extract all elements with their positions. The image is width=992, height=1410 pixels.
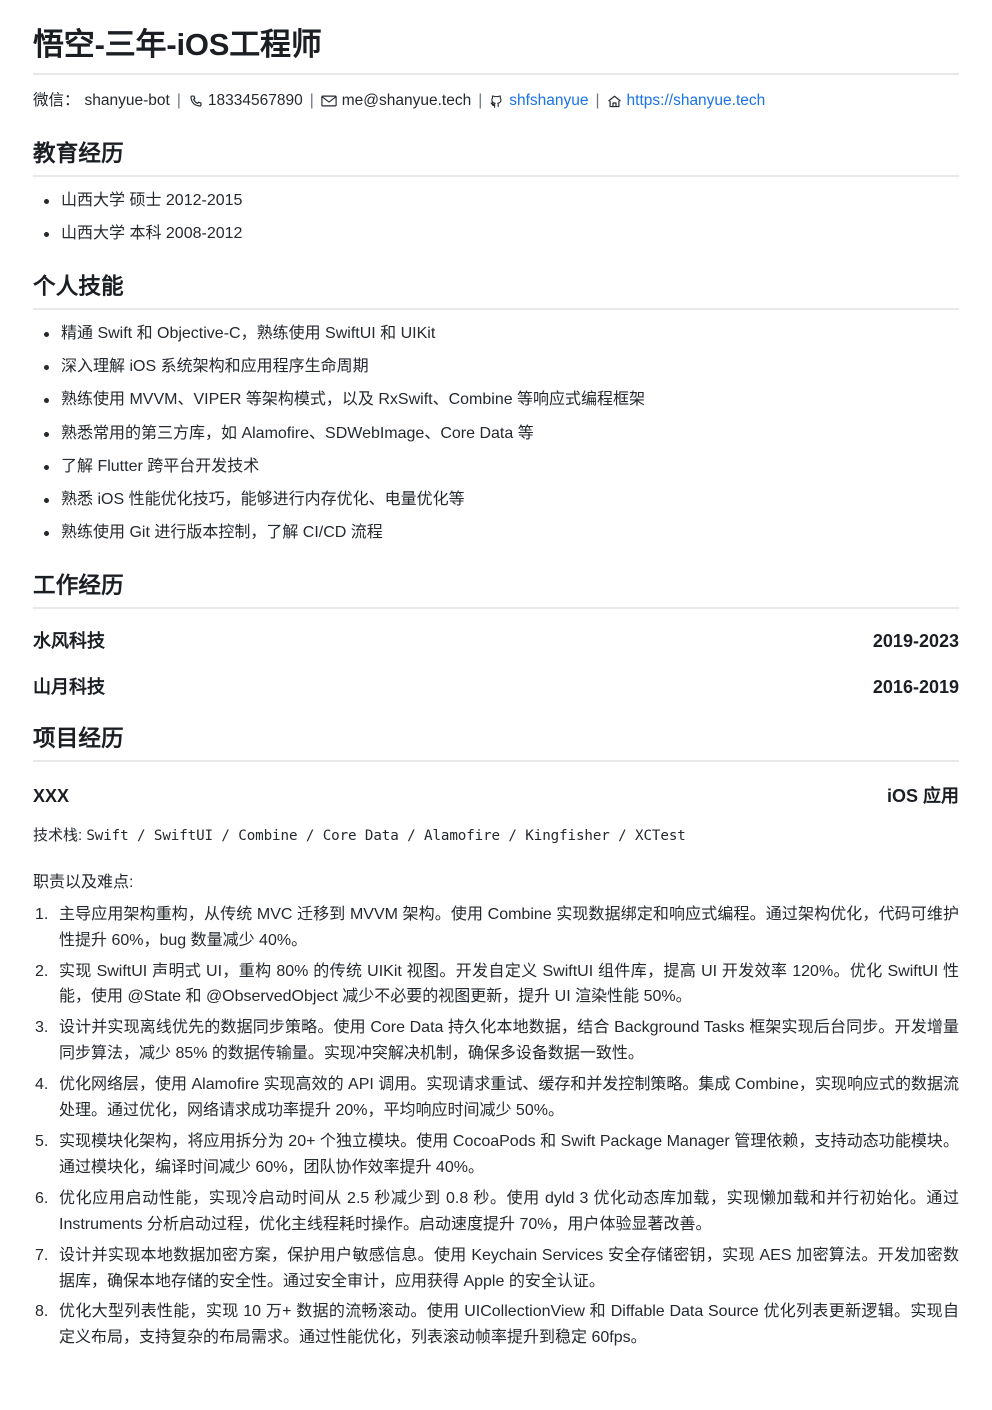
section-skills: 个人技能 精通 Swift 和 Objective-C，熟练使用 SwiftUI… (33, 269, 959, 547)
work-entry: 山月科技 2016-2019 (33, 673, 959, 699)
contact-wechat: 微信： shanyue-bot (33, 89, 170, 114)
list-item: 了解 Flutter 跨平台开发技术 (44, 455, 959, 480)
contact-separator-4: | (595, 91, 600, 109)
wechat-label: 微信： (33, 91, 80, 109)
list-item: 实现模块化架构，将应用拆分为 20+ 个独立模块。使用 CocoaPods 和 … (35, 1129, 959, 1176)
resume-page: 悟空-三年-iOS工程师 微信： shanyue-bot | 1833456789… (0, 0, 992, 1376)
contact-separator-3: | (478, 91, 483, 109)
list-item: 山西大学 硕士 2012-2015 (44, 189, 959, 214)
github-icon (489, 94, 504, 109)
list-item: 实现 SwiftUI 声明式 UI，重构 80% 的传统 UIKit 视图。开发… (35, 959, 959, 1006)
contact-email: me@shanyue.tech (321, 89, 471, 114)
list-item: 山西大学 本科 2008-2012 (44, 222, 959, 247)
tech-stack: 技术栈: Swift / SwiftUI / Combine / Core Da… (33, 825, 959, 848)
section-title-work: 工作经历 (33, 568, 959, 610)
github-value: shfshanyue (509, 91, 589, 109)
list-item: 设计并实现离线优先的数据同步策略。使用 Core Data 持久化本地数据，结合… (35, 1015, 959, 1063)
company-name: 水风科技 (33, 631, 105, 652)
list-item: 熟悉常用的第三方库，如 Alamofire、SDWebImage、Core Da… (44, 422, 959, 447)
section-title-education: 教育经历 (33, 136, 959, 177)
contact-website[interactable]: https://shanyue.tech (607, 89, 766, 114)
contact-separator-2: | (309, 91, 314, 109)
work-entry: 水风科技 2019-2023 (33, 627, 959, 653)
list-item: 主导应用架构重构，从传统 MVC 迁移到 MVVM 架构。使用 Combine … (35, 902, 959, 949)
list-item: 优化应用启动性能，实现冷启动时间从 2.5 秒减少到 0.8 秒。使用 dyld… (35, 1186, 959, 1233)
project-category: iOS 应用 (886, 786, 959, 807)
section-projects: 项目经历 XXX iOS 应用 技术栈: Swift / SwiftUI / C… (33, 721, 959, 1351)
section-education: 教育经历 山西大学 硕士 2012-2015 山西大学 本科 2008-2012 (33, 136, 959, 247)
wechat-value: shanyue-bot (84, 91, 170, 109)
list-item: 熟悉 iOS 性能优化技巧，能够进行内存优化、电量优化等 (44, 488, 959, 513)
phone-icon (188, 94, 203, 109)
duties-list: 主导应用架构重构，从传统 MVC 迁移到 MVVM 架构。使用 Combine … (33, 902, 959, 1352)
education-list: 山西大学 硕士 2012-2015 山西大学 本科 2008-2012 (33, 189, 959, 247)
work-period: 2016-2019 (872, 677, 959, 698)
list-item: 深入理解 iOS 系统架构和应用程序生命周期 (44, 355, 959, 380)
mail-icon (321, 94, 337, 108)
project-entry-header: XXX iOS 应用 (33, 782, 959, 808)
work-period: 2019-2023 (872, 631, 959, 652)
section-title-skills: 个人技能 (33, 269, 959, 310)
list-item: 优化网络层，使用 Alamofire 实现高效的 API 调用。实现请求重试、缓… (35, 1072, 959, 1120)
section-title-projects: 项目经历 (33, 721, 959, 763)
skills-list: 精通 Swift 和 Objective-C，熟练使用 SwiftUI 和 UI… (33, 322, 959, 547)
page-title: 悟空-三年-iOS工程师 (33, 26, 959, 75)
tech-stack-value: Swift / SwiftUI / Combine / Core Data / … (86, 828, 686, 845)
list-item: 设计并实现本地数据加密方案，保护用户敏感信息。使用 Keychain Servi… (35, 1243, 959, 1290)
contact-github[interactable]: shfshanyue (489, 89, 589, 114)
contact-phone: 18334567890 (188, 89, 303, 114)
company-name: 山月科技 (33, 677, 105, 698)
section-work: 工作经历 水风科技 2019-2023 山月科技 2016-2019 (33, 568, 959, 699)
list-item: 熟练使用 MVVM、VIPER 等架构模式，以及 RxSwift、Combine… (44, 388, 959, 413)
contact-separator: | (176, 91, 181, 109)
list-item: 精通 Swift 和 Objective-C，熟练使用 SwiftUI 和 UI… (44, 322, 959, 347)
phone-value: 18334567890 (207, 91, 303, 109)
website-value: https://shanyue.tech (626, 91, 766, 109)
list-item: 熟练使用 Git 进行版本控制，了解 CI/CD 流程 (44, 521, 959, 546)
home-icon (607, 94, 622, 109)
list-item: 优化大型列表性能，实现 10 万+ 数据的流畅滚动。使用 UICollectio… (35, 1299, 959, 1347)
duties-label: 职责以及难点: (33, 873, 134, 891)
tech-stack-label: 技术栈: (33, 827, 87, 845)
contact-line: 微信： shanyue-bot | 18334567890 | me@shanyu… (33, 89, 959, 114)
email-value: me@shanyue.tech (341, 91, 472, 109)
project-name: XXX (33, 786, 70, 807)
